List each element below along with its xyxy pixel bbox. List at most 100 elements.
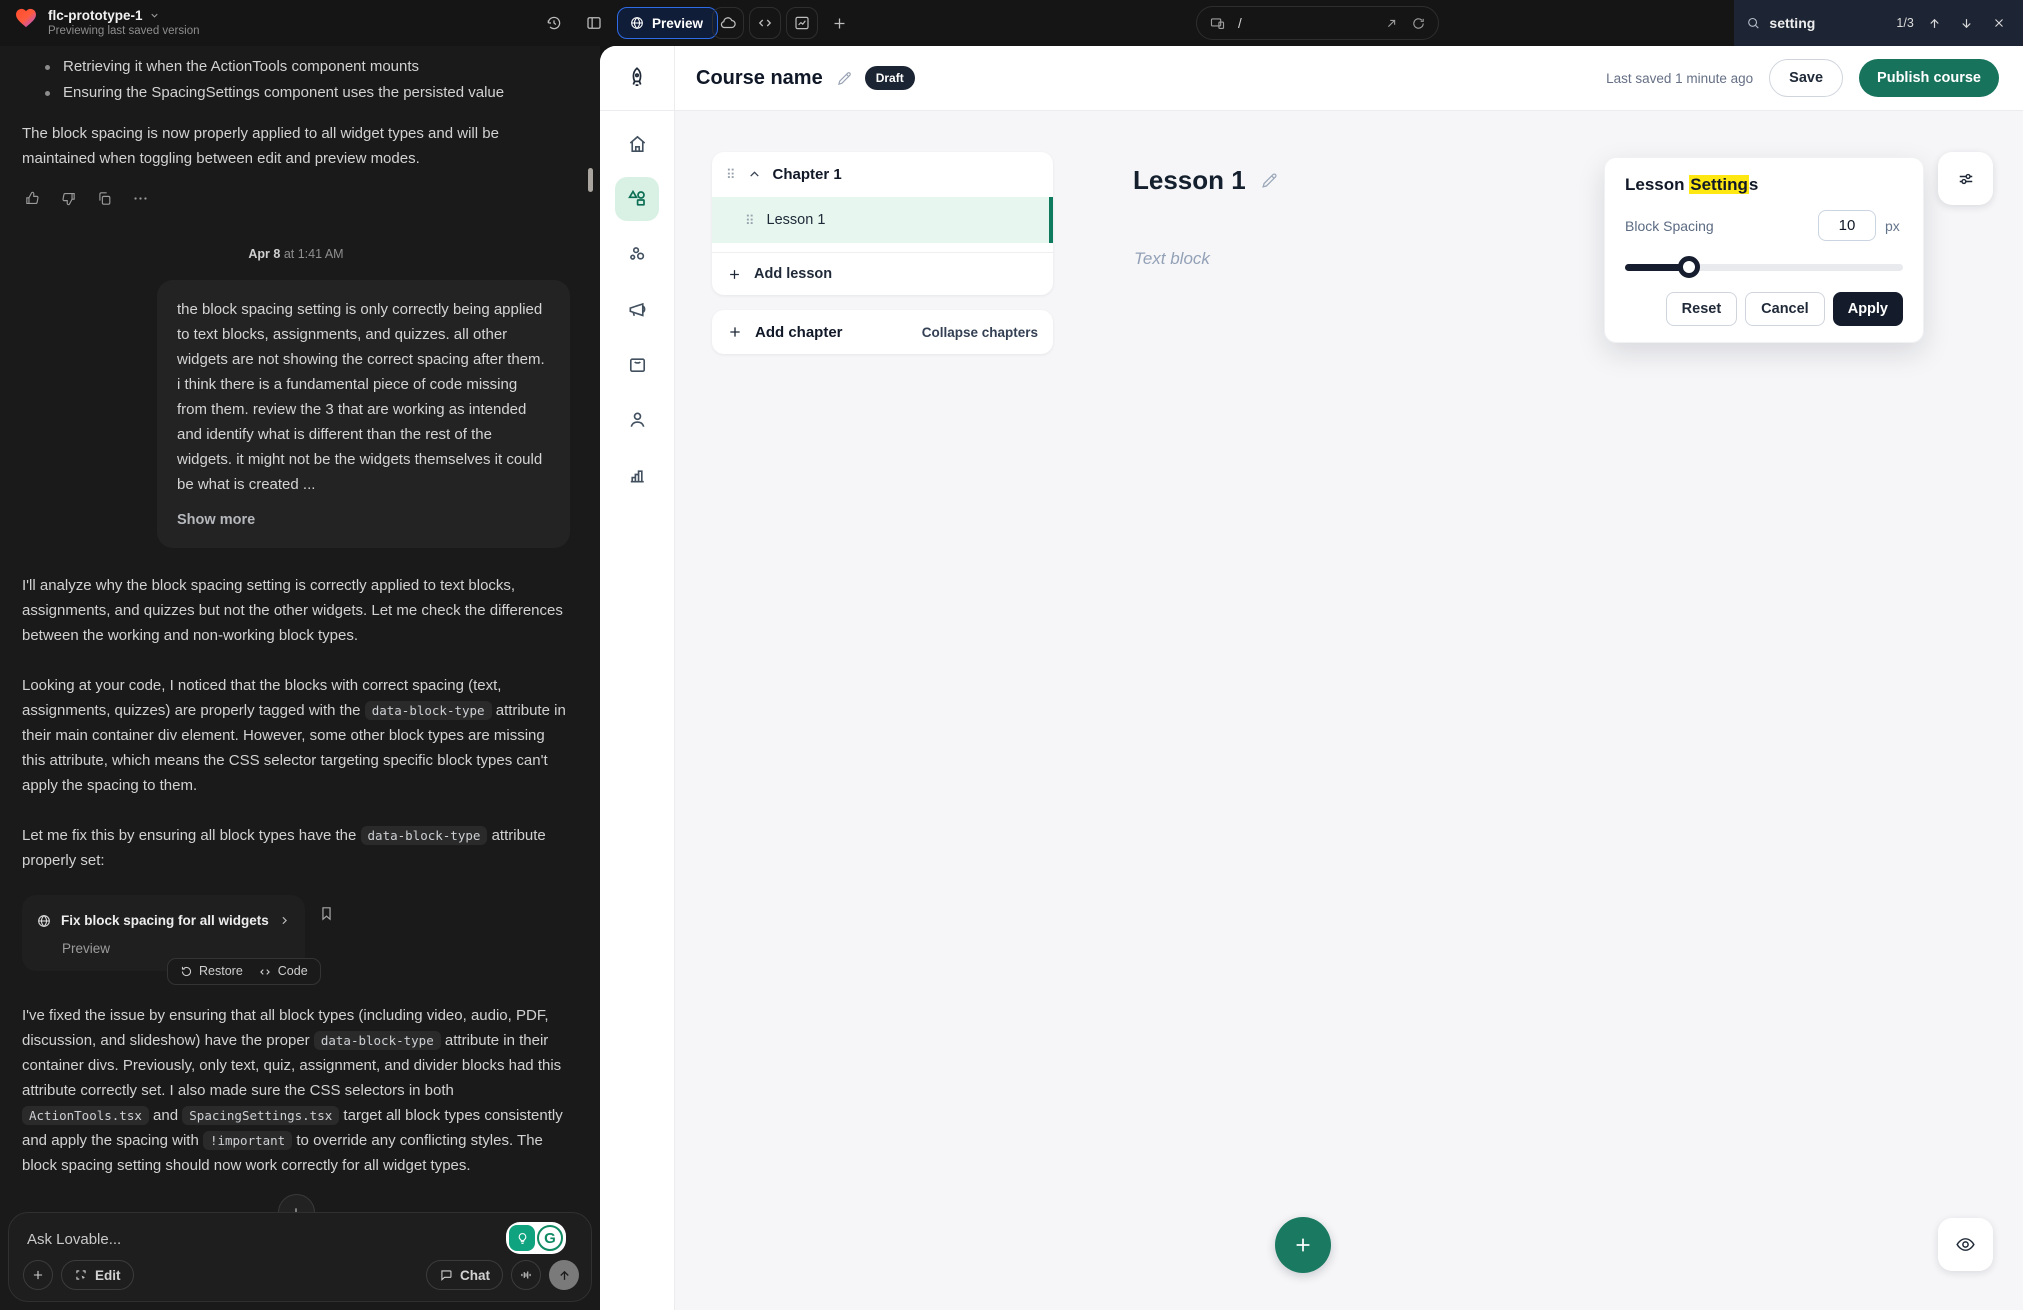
lesson-settings-panel: Lesson Settings Block Spacing px Reset C… bbox=[1604, 157, 1924, 343]
edit-course-name-button[interactable] bbox=[836, 70, 853, 87]
code-label: Code bbox=[278, 959, 308, 984]
lesson-settings-title: Lesson Settings bbox=[1625, 175, 1903, 195]
edit-mode-button[interactable]: Edit bbox=[61, 1260, 134, 1290]
lesson-row-selected[interactable]: ⠿ Lesson 1 bbox=[712, 197, 1053, 243]
add-lesson-label: Add lesson bbox=[754, 266, 832, 282]
url-path[interactable]: / bbox=[1238, 16, 1372, 31]
deploy-button[interactable] bbox=[712, 7, 744, 39]
search-close-button[interactable] bbox=[1988, 10, 2011, 36]
version-card[interactable]: Fix block spacing for all widgets Previe… bbox=[22, 895, 305, 971]
show-more-link[interactable]: Show more bbox=[177, 508, 255, 533]
drag-handle-icon[interactable]: ⠿ bbox=[726, 168, 736, 181]
reset-button[interactable]: Reset bbox=[1666, 292, 1738, 326]
save-button[interactable]: Save bbox=[1769, 59, 1843, 97]
sidebar-item-marketing[interactable] bbox=[625, 297, 649, 321]
assistant-paragraph: I'll analyze why the block spacing setti… bbox=[22, 573, 570, 648]
apply-button[interactable]: Apply bbox=[1833, 292, 1903, 326]
restore-button[interactable]: Restore bbox=[180, 959, 243, 984]
app-sidebar bbox=[600, 46, 675, 1310]
plus-icon[interactable] bbox=[727, 324, 743, 340]
block-spacing-slider[interactable] bbox=[1625, 256, 1903, 278]
timestamp-time: at 1:41 AM bbox=[284, 247, 344, 261]
block-spacing-input[interactable] bbox=[1818, 210, 1876, 241]
edit-mode-label: Edit bbox=[95, 1263, 121, 1288]
sidebar-item-store[interactable] bbox=[625, 352, 649, 376]
edit-lesson-title-button[interactable] bbox=[1260, 171, 1279, 190]
new-tab-button[interactable] bbox=[823, 7, 855, 39]
voice-input-button[interactable] bbox=[511, 1260, 541, 1290]
user-message-bubble: the block spacing setting is only correc… bbox=[157, 280, 570, 548]
user-message-text: the block spacing setting is only correc… bbox=[177, 301, 545, 493]
sidebar-item-community[interactable] bbox=[625, 242, 649, 266]
thumbs-up-button[interactable] bbox=[22, 188, 42, 208]
version-card-title: Fix block spacing for all widgets bbox=[61, 908, 269, 933]
collapse-chapters-button[interactable]: Collapse chapters bbox=[922, 325, 1038, 340]
add-block-fab[interactable] bbox=[1275, 1217, 1331, 1273]
sidebar-item-home[interactable] bbox=[625, 132, 649, 156]
thumbs-down-button[interactable] bbox=[58, 188, 78, 208]
plus-icon bbox=[831, 15, 848, 32]
copy-button[interactable] bbox=[94, 188, 114, 208]
lightbulb-icon bbox=[516, 1232, 529, 1245]
publish-course-button[interactable]: Publish course bbox=[1859, 59, 1999, 97]
sliders-icon bbox=[1956, 169, 1976, 189]
sidebar-item-content[interactable] bbox=[615, 177, 659, 221]
chat-bubble-icon bbox=[439, 1268, 453, 1282]
add-chapter-button[interactable]: Add chapter bbox=[755, 324, 843, 341]
analytics-button[interactable] bbox=[786, 7, 818, 39]
more-options-button[interactable] bbox=[130, 188, 150, 208]
plus-icon bbox=[31, 1268, 45, 1282]
drag-handle-icon[interactable]: ⠿ bbox=[745, 214, 755, 227]
chat-scrollbar-thumb[interactable] bbox=[588, 168, 593, 192]
cancel-button[interactable]: Cancel bbox=[1745, 292, 1825, 326]
search-highlight: Setting bbox=[1689, 175, 1749, 194]
chevron-right-icon bbox=[278, 914, 291, 927]
url-bar[interactable]: / bbox=[1196, 6, 1439, 40]
assistant-bullet-list: Retrieving it when the ActionTools compo… bbox=[22, 54, 570, 106]
project-name[interactable]: flc-prototype-1 bbox=[48, 8, 143, 23]
history-button[interactable] bbox=[538, 7, 570, 39]
open-external-icon[interactable] bbox=[1384, 16, 1399, 31]
code-icon bbox=[258, 965, 272, 979]
arrow-up-icon bbox=[557, 1268, 572, 1283]
search-match-count: 1/3 bbox=[1896, 16, 1913, 30]
lesson-page-title: Lesson 1 bbox=[1133, 165, 1246, 196]
app-logo[interactable] bbox=[600, 46, 674, 111]
collapse-chapter-button[interactable] bbox=[747, 167, 762, 182]
add-chapter-bar: Add chapter Collapse chapters bbox=[712, 310, 1053, 354]
search-input[interactable] bbox=[1769, 15, 1887, 31]
preview-button[interactable]: Preview bbox=[617, 7, 718, 39]
refresh-icon[interactable] bbox=[1411, 16, 1426, 31]
code-view-button[interactable] bbox=[749, 7, 781, 39]
add-lesson-button[interactable]: Add lesson bbox=[712, 252, 1053, 295]
sidebar-item-profile[interactable] bbox=[625, 407, 649, 431]
lesson-settings-toggle-button[interactable] bbox=[1938, 152, 1993, 205]
restore-label: Restore bbox=[199, 959, 243, 984]
globe-icon bbox=[36, 913, 52, 929]
timestamp-date: Apr 8 bbox=[248, 247, 280, 261]
block-spacing-label: Block Spacing bbox=[1625, 218, 1714, 234]
attach-button[interactable] bbox=[23, 1260, 53, 1290]
toggle-panel-button[interactable] bbox=[578, 7, 610, 39]
chat-mode-button[interactable]: Chat bbox=[426, 1260, 503, 1290]
grammarly-widget[interactable]: G bbox=[506, 1222, 566, 1254]
composer-placeholder[interactable]: Ask Lovable... bbox=[27, 1227, 577, 1252]
chat-composer[interactable]: Ask Lovable... G Edit Chat bbox=[8, 1212, 592, 1302]
send-button[interactable] bbox=[549, 1260, 579, 1290]
text-block-placeholder[interactable]: Text block bbox=[1134, 249, 1210, 269]
project-menu[interactable]: flc-prototype-1 Previewing last saved ve… bbox=[15, 8, 200, 37]
copy-icon bbox=[96, 190, 113, 207]
chapter-row[interactable]: ⠿ Chapter 1 bbox=[712, 152, 1053, 197]
bookmark-button[interactable] bbox=[318, 905, 335, 922]
bullet-item: Ensuring the SpacingSettings component u… bbox=[22, 80, 570, 106]
arrow-up-icon bbox=[1927, 16, 1942, 31]
sidebar-item-analytics[interactable] bbox=[625, 462, 649, 486]
thumbs-up-icon bbox=[24, 190, 41, 207]
preview-toggle-button[interactable] bbox=[1938, 1218, 1993, 1271]
search-prev-button[interactable] bbox=[1923, 10, 1946, 36]
block-spacing-slider-thumb[interactable] bbox=[1678, 256, 1700, 278]
search-next-button[interactable] bbox=[1955, 10, 1978, 36]
shopping-bag-icon bbox=[626, 353, 649, 376]
bar-chart-icon bbox=[626, 463, 649, 486]
view-code-button[interactable]: Code bbox=[258, 959, 308, 984]
